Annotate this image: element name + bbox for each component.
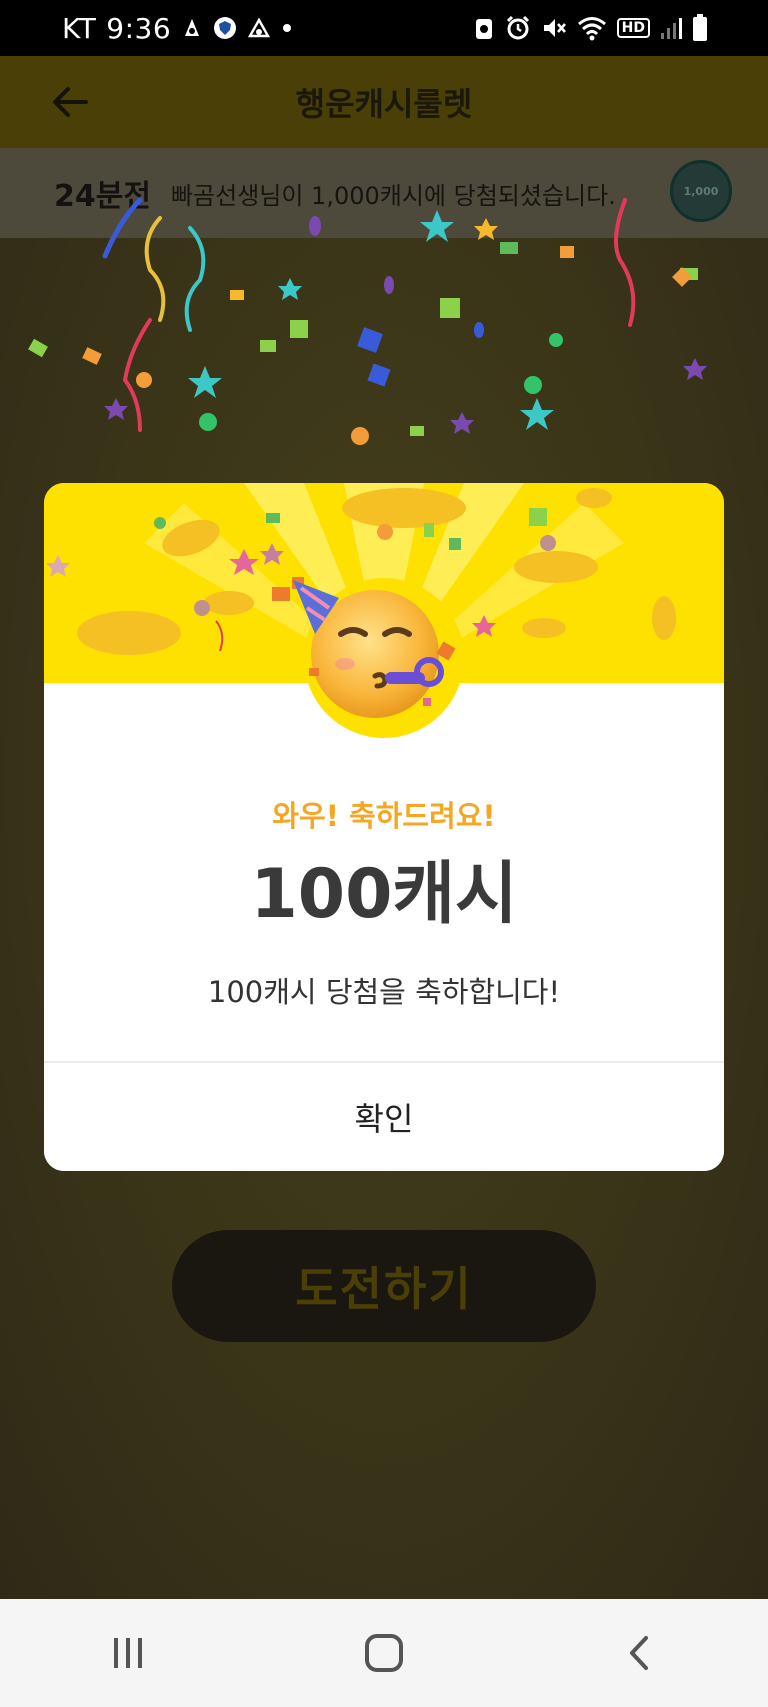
recent-apps-icon[interactable] bbox=[68, 1613, 188, 1693]
arrow-left-icon[interactable] bbox=[42, 74, 98, 130]
challenge-button[interactable]: 도전하기 bbox=[172, 1230, 596, 1342]
alarm-icon bbox=[505, 15, 531, 41]
coin-badge-icon: 1,000 bbox=[670, 160, 732, 222]
page-title: 행운캐시룰렛 bbox=[295, 85, 473, 123]
congrats-heading: 와우! 축하드려요! bbox=[272, 799, 496, 833]
app-notification-icon bbox=[181, 16, 203, 40]
confirm-button[interactable]: 확인 bbox=[44, 1063, 724, 1171]
system-nav-bar bbox=[0, 1599, 768, 1707]
reward-description: 100캐시 당첨을 축하합니다! bbox=[207, 975, 561, 1009]
mute-icon bbox=[541, 15, 567, 41]
carrier-label: KT bbox=[62, 11, 97, 45]
home-icon[interactable] bbox=[324, 1613, 444, 1693]
dot-icon bbox=[281, 22, 293, 34]
coin-badge-label: 1,000 bbox=[683, 184, 719, 198]
challenge-button-label: 도전하기 bbox=[295, 1262, 473, 1316]
ticker-message: 빠곰선생님이 1,000캐시에 당첨되셨습니다. bbox=[170, 181, 616, 210]
reward-dialog: 와우! 축하드려요! 100캐시 100캐시 당첨을 축하합니다! 확인 bbox=[44, 483, 724, 1171]
battery-icon bbox=[692, 14, 708, 42]
recycle-icon bbox=[473, 15, 495, 41]
signal-icon bbox=[660, 16, 682, 40]
winner-ticker: 24분전 빠곰선생님이 1,000캐시에 당첨되셨습니다. 1,000 bbox=[0, 148, 768, 238]
ticker-time-ago: 24분전 bbox=[54, 179, 151, 214]
back-icon[interactable] bbox=[580, 1613, 700, 1693]
clock: 9:36 bbox=[106, 11, 172, 45]
status-bar: KT 9:36 HD bbox=[0, 0, 768, 56]
shield-icon bbox=[213, 16, 237, 40]
app-bar: 행운캐시룰렛 bbox=[0, 56, 768, 148]
app-notification-icon-2 bbox=[247, 16, 271, 40]
reward-amount: 100캐시 bbox=[250, 855, 518, 934]
wifi-icon bbox=[577, 15, 607, 41]
partying-face-icon bbox=[289, 568, 479, 743]
hd-icon: HD bbox=[616, 18, 650, 38]
